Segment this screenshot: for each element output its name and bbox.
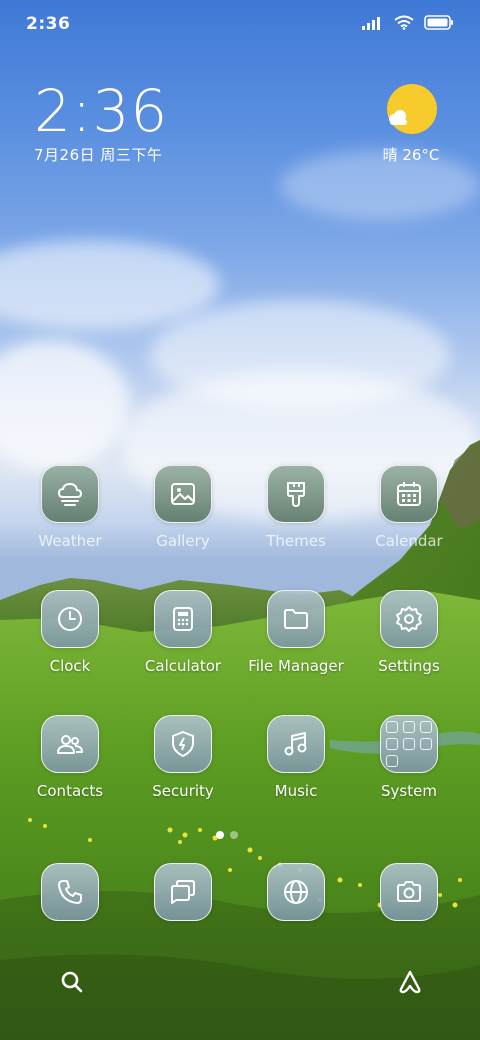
dock-camera[interactable]: [353, 863, 465, 921]
sun-cloud-icon: [386, 84, 437, 134]
phone-icon: [41, 863, 99, 921]
app-label: Music: [274, 782, 318, 800]
wifi-icon: [394, 15, 414, 30]
app-label: Calculator: [144, 657, 222, 675]
app-label: Security: [152, 782, 214, 800]
gallery-icon: [154, 465, 212, 523]
battery-icon: [424, 15, 453, 30]
clock-icon: [41, 590, 99, 648]
search-button[interactable]: [58, 968, 86, 996]
app-themes[interactable]: Themes: [240, 465, 352, 550]
app-calendar[interactable]: Calendar: [353, 465, 465, 550]
clock-time: 2:36: [34, 77, 169, 145]
status-time: 2:36: [26, 14, 71, 34]
message-icon: [154, 863, 212, 921]
app-calculator[interactable]: Calculator: [127, 590, 239, 675]
app-label: Settings: [378, 657, 440, 675]
weather-condition: 晴 26°C: [382, 146, 440, 164]
app-label: Clock: [49, 657, 91, 675]
app-label: Contacts: [36, 782, 104, 800]
shield-icon: [154, 715, 212, 773]
app-weather[interactable]: Weather: [14, 465, 126, 550]
folder-grid-icon: [380, 715, 438, 773]
app-label: Weather: [38, 532, 102, 550]
globe-icon: [267, 863, 325, 921]
page-dot-active[interactable]: [216, 831, 224, 839]
app-gallery[interactable]: Gallery: [127, 465, 239, 550]
folder-icon: [267, 590, 325, 648]
app-security[interactable]: Security: [127, 715, 239, 800]
app-label: Calendar: [375, 532, 443, 550]
gear-icon: [380, 590, 438, 648]
music-note-icon: [267, 715, 325, 773]
weather-widget[interactable]: 晴 26°C: [376, 84, 446, 165]
clock-widget[interactable]: 2:36 7月26日 周三下午: [34, 80, 168, 165]
page-dot[interactable]: [230, 831, 238, 839]
app-label: Gallery: [156, 532, 210, 550]
weather-cloud-icon: [41, 465, 99, 523]
dock-phone[interactable]: [14, 863, 126, 921]
assistant-icon: [399, 970, 421, 994]
app-label: File Manager: [248, 657, 344, 675]
contacts-icon: [41, 715, 99, 773]
app-label: Themes: [266, 532, 326, 550]
app-label: System: [381, 782, 437, 800]
app-folder-system[interactable]: System: [353, 715, 465, 800]
signal-icon: [362, 16, 380, 30]
assistant-button[interactable]: [396, 968, 424, 996]
app-contacts[interactable]: Contacts: [14, 715, 126, 800]
app-settings[interactable]: Settings: [353, 590, 465, 675]
status-bar: 2:36: [0, 0, 480, 50]
status-icons: [362, 15, 454, 30]
camera-icon: [380, 863, 438, 921]
app-clock[interactable]: Clock: [14, 590, 126, 675]
app-file-manager[interactable]: File Manager: [240, 590, 352, 675]
home-screen: 2:36 2:36 7月26日 周三下午 晴 26°C Weather Gall…: [0, 0, 480, 1040]
search-icon: [61, 971, 83, 993]
dock-messages[interactable]: [127, 863, 239, 921]
dock-browser[interactable]: [240, 863, 352, 921]
calculator-icon: [154, 590, 212, 648]
app-music[interactable]: Music: [240, 715, 352, 800]
clock-date: 7月26日 周三下午: [34, 146, 163, 164]
calendar-icon: [380, 465, 438, 523]
page-indicator[interactable]: [216, 831, 238, 839]
themes-brush-icon: [267, 465, 325, 523]
